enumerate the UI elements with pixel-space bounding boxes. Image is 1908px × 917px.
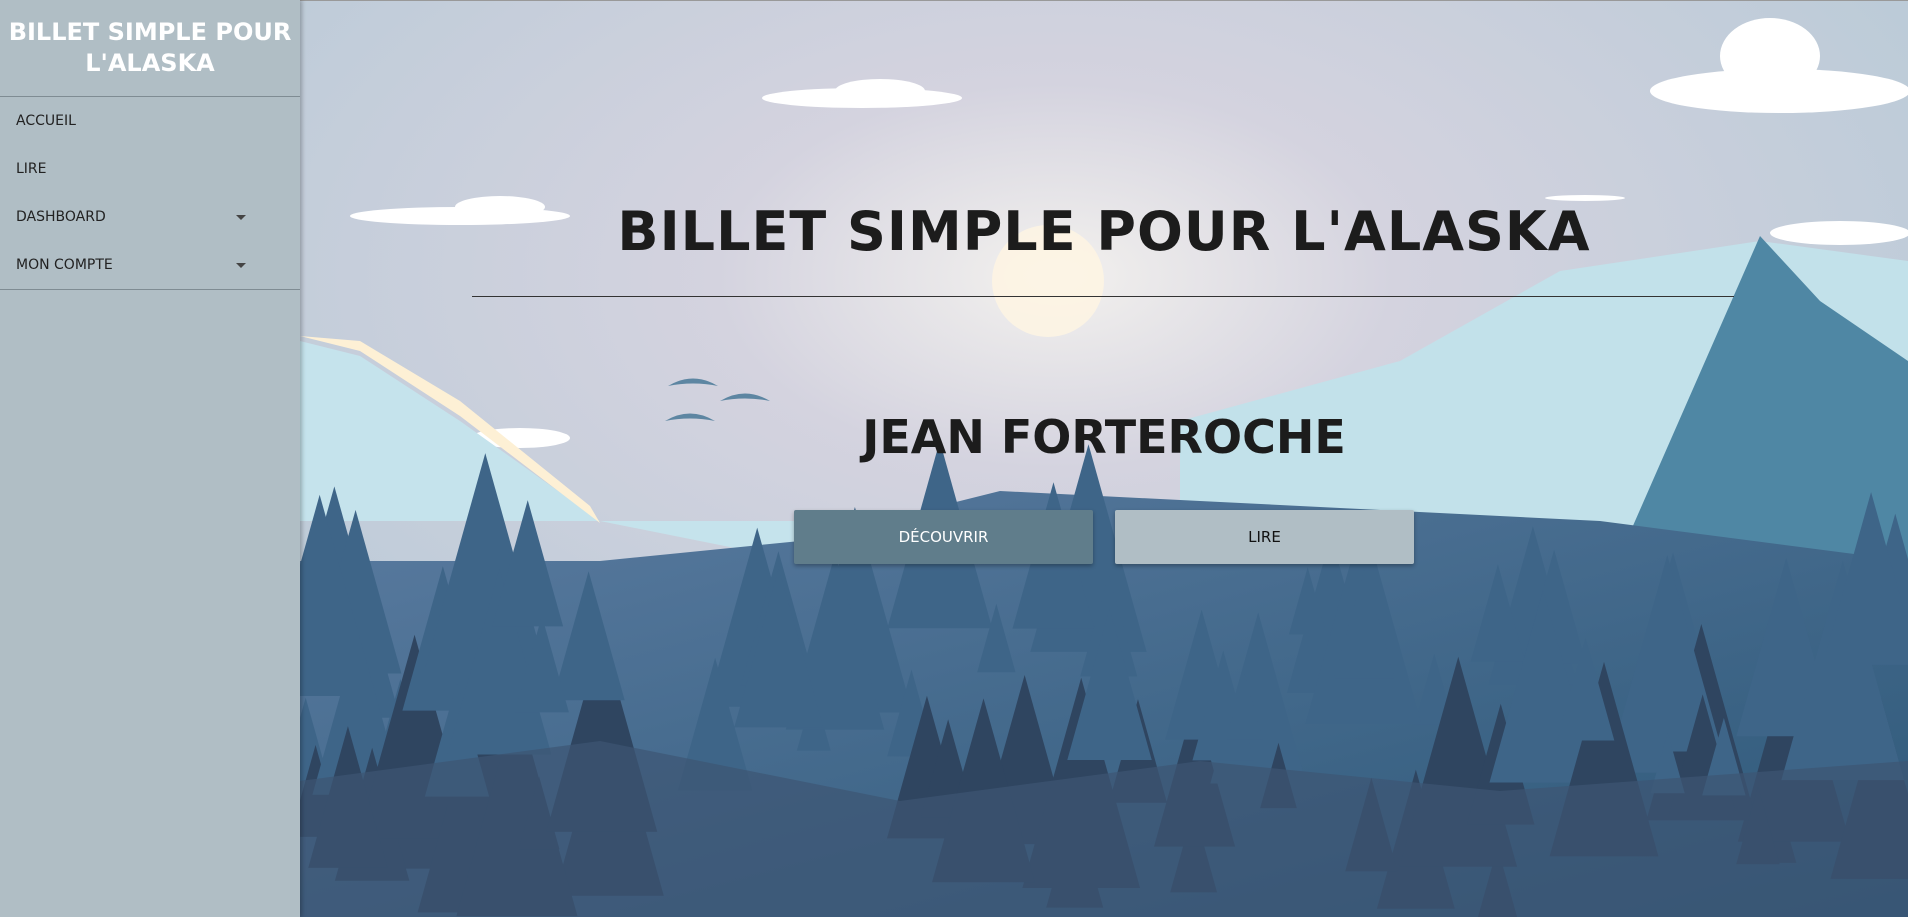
read-button[interactable]: LIRE: [1115, 510, 1414, 564]
title-divider: [472, 296, 1734, 297]
nav-label: ACCUEIL: [16, 113, 76, 129]
caret-down-icon: [236, 262, 246, 268]
sidebar-item-accueil[interactable]: ACCUEIL: [0, 97, 300, 145]
nav-list: ACCUEIL LIRE DASHBOARD MON COMPTE: [0, 97, 300, 290]
nav-label: MON COMPTE: [16, 257, 113, 273]
sidebar-item-lire[interactable]: LIRE: [0, 145, 300, 193]
sidebar-item-dashboard[interactable]: DASHBOARD: [0, 193, 300, 241]
sidebar-item-mon-compte[interactable]: MON COMPTE: [0, 241, 300, 289]
sidebar: BILLET SIMPLE POUR L'ALASKA ACCUEIL LIRE…: [0, 0, 300, 917]
nav-label: LIRE: [16, 161, 47, 177]
page-title: BILLET SIMPLE POUR L'ALASKA: [617, 200, 1591, 263]
nav-label: DASHBOARD: [16, 209, 106, 225]
author-name: JEAN FORTEROCHE: [862, 410, 1346, 464]
caret-down-icon: [236, 214, 246, 220]
brand-title[interactable]: BILLET SIMPLE POUR L'ALASKA: [0, 0, 300, 97]
discover-button[interactable]: DÉCOUVRIR: [794, 510, 1093, 564]
